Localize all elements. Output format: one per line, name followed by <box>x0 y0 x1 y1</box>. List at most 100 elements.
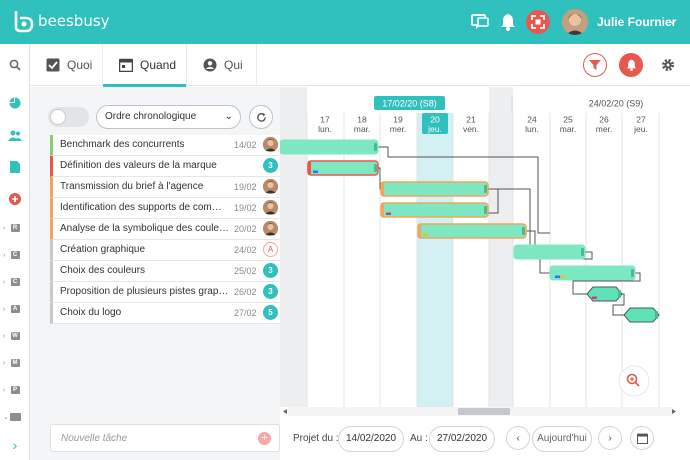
resize-handle <box>655 311 658 319</box>
project-item[interactable]: › A <box>0 300 30 318</box>
scrollbar-thumb[interactable] <box>458 408 510 415</box>
sort-select[interactable]: Ordre chronologique ⌄ <box>96 105 241 129</box>
project-item[interactable]: ⌄ <box>0 408 30 426</box>
project-item[interactable]: › P <box>0 381 30 399</box>
user-avatar[interactable] <box>562 9 588 35</box>
chat-icon[interactable] <box>469 11 491 33</box>
start-date-label: Projet du : <box>293 433 339 444</box>
calendar-picker-button[interactable] <box>630 426 654 450</box>
project-item[interactable]: › R <box>0 219 30 237</box>
filter-icon <box>589 60 601 70</box>
refresh-icon <box>256 112 266 122</box>
assignee-avatar <box>263 200 278 215</box>
task-row[interactable]: Proposition de plusieurs pistes graphiq.… <box>50 282 280 303</box>
assignee-badge: A <box>263 242 278 257</box>
end-date-label: Au : <box>410 433 428 444</box>
task-name: Identification des supports de commun... <box>60 202 230 213</box>
day-number-label: 25 <box>563 115 573 125</box>
alert-button[interactable] <box>619 53 643 77</box>
bell-icon[interactable] <box>497 11 519 33</box>
project-item[interactable]: › W <box>0 327 30 345</box>
task-name: Proposition de plusieurs pistes graphiq.… <box>60 286 230 297</box>
top-bar: beesbusy Julie Fournier ⌄ <box>0 0 690 44</box>
task-bar <box>417 223 527 239</box>
task-due-date: 19/02 <box>234 203 257 213</box>
gantt-chart: 17/02/20 (S8) 24/02/20 (S9) 17 lun. 18 mar. 19… <box>280 87 690 420</box>
add-icon[interactable] <box>0 190 30 208</box>
today-button[interactable]: Aujourd'hui <box>532 426 592 452</box>
resize-handle <box>618 290 621 298</box>
task-row[interactable]: Choix du logo 27/02 5 <box>50 303 280 324</box>
user-name[interactable]: Julie Fournier <box>597 15 676 29</box>
people-icon[interactable] <box>0 126 30 144</box>
task-bar <box>513 244 586 260</box>
toggle-switch[interactable] <box>48 107 89 127</box>
task-row[interactable]: Transmission du brief à l'agence 19/02 <box>50 177 280 198</box>
resize-handle <box>484 185 487 193</box>
assignee-avatar <box>263 137 278 152</box>
tab-quand[interactable]: Quand <box>103 44 187 87</box>
previous-period-button[interactable]: ‹ <box>506 426 530 450</box>
chevron-right-icon: › <box>3 332 6 340</box>
task-row[interactable]: Choix des couleurs 25/02 3 <box>50 261 280 282</box>
tab-qui[interactable]: Qui <box>187 44 257 86</box>
project-item[interactable]: › C <box>0 273 30 291</box>
task-row[interactable]: Analyse de la symbolique des couleurs 20… <box>50 219 280 240</box>
day-name-label: lun. <box>525 124 539 134</box>
chevron-right-icon: › <box>3 251 6 259</box>
expand-rail-icon[interactable]: › <box>0 436 30 454</box>
day-number-label: 24 <box>527 115 537 125</box>
task-bar-cap <box>381 182 384 196</box>
task-due-date: 24/02 <box>234 245 257 255</box>
tab-label: Quoi <box>67 58 93 72</box>
end-date-input[interactable]: 27/02/2020 <box>429 426 495 452</box>
filter-button[interactable] <box>583 53 607 77</box>
day-number-label: 21 <box>466 115 476 125</box>
tab-quoi[interactable]: Quoi <box>30 44 103 86</box>
task-row[interactable]: Définition des valeurs de la marque 3 <box>50 156 280 177</box>
fullscreen-icon[interactable] <box>526 10 550 34</box>
chevron-down-icon: ⌄ <box>3 414 9 421</box>
task-row[interactable]: Identification des supports de commun...… <box>50 198 280 219</box>
tab-label: Qui <box>224 58 243 72</box>
task-name: Choix du logo <box>60 307 122 318</box>
search-icon[interactable] <box>0 56 30 74</box>
pie-chart-icon[interactable] <box>0 94 30 112</box>
new-task-placeholder: Nouvelle tâche <box>61 433 128 444</box>
app-logo[interactable]: beesbusy <box>12 9 110 33</box>
calendar-icon <box>636 433 648 444</box>
task-panel: Ordre chronologique ⌄ Benchmark des conc… <box>30 87 280 460</box>
task-row[interactable]: Benchmark des concurrents 14/02 <box>50 135 280 156</box>
scroll-right-icon <box>672 409 676 414</box>
status-marker <box>592 296 597 299</box>
day-name-label: mar. <box>560 124 577 134</box>
assignee-count-badge: 3 <box>263 263 278 278</box>
checkbox-icon <box>46 58 60 72</box>
task-due-date: 26/02 <box>234 287 257 297</box>
refresh-button[interactable] <box>249 105 273 129</box>
task-name: Définition des valeurs de la marque <box>60 160 217 171</box>
task-row[interactable]: Création graphique 24/02 A <box>50 240 280 261</box>
add-task-icon[interactable]: + <box>258 432 271 445</box>
document-icon[interactable] <box>0 158 30 176</box>
assignee-avatar <box>263 179 278 194</box>
new-task-input[interactable]: Nouvelle tâche + <box>50 424 280 452</box>
chevron-right-icon: › <box>3 386 6 394</box>
settings-button[interactable] <box>658 55 678 75</box>
zoom-in-button[interactable] <box>618 365 650 397</box>
left-rail: › R › C › C › A › W › M › P ⌄ › <box>0 44 30 460</box>
status-marker <box>560 275 565 278</box>
assignee-count-badge: 3 <box>263 158 278 173</box>
weekend-band <box>489 87 513 407</box>
day-name-label: mer. <box>390 124 407 134</box>
start-date-input[interactable]: 14/02/2020 <box>338 426 404 452</box>
task-due-date: 27/02 <box>234 308 257 318</box>
next-period-button[interactable]: › <box>598 426 622 450</box>
chevron-down-icon[interactable]: ⌄ <box>668 14 677 27</box>
week-label: 17/02/20 (S8) <box>382 99 437 109</box>
task-bar-cap <box>308 161 311 175</box>
status-marker <box>313 170 318 173</box>
project-item[interactable]: › M <box>0 354 30 372</box>
project-item[interactable]: › C <box>0 246 30 264</box>
view-tabs: Quoi Quand Qui <box>30 44 690 87</box>
